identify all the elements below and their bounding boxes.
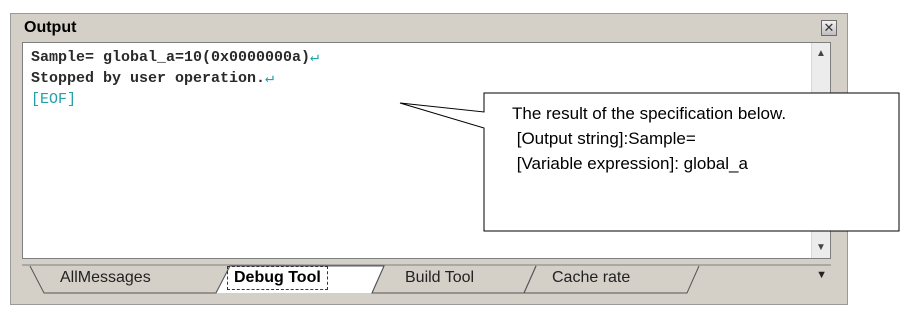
callout-line: [Variable expression]: global_a [512, 154, 748, 173]
callout-line: The result of the specification below. [512, 104, 787, 123]
callout-note: The result of the specification below. [… [512, 101, 786, 176]
callout-line: [Output string]:Sample= [512, 129, 696, 148]
